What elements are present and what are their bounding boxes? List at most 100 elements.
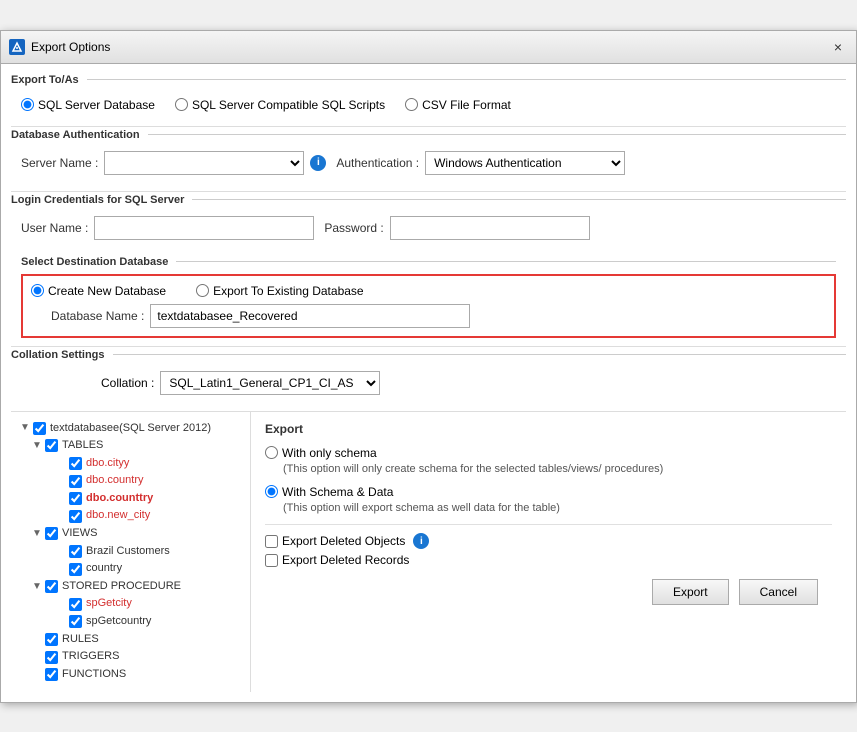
tree-item-new-city[interactable]: dbo.new_city: [55, 507, 242, 525]
close-button[interactable]: ×: [828, 37, 848, 57]
rules-checkbox[interactable]: [45, 633, 58, 646]
username-input[interactable]: [94, 216, 314, 240]
triggers-group: TRIGGERS: [19, 648, 242, 666]
export-deleted-objects-label-group[interactable]: Export Deleted Objects: [265, 534, 405, 548]
create-new-option[interactable]: Create New Database: [31, 284, 166, 298]
triggers-label: TRIGGERS: [62, 648, 119, 666]
sql-server-db-label: SQL Server Database: [38, 98, 155, 112]
new-city-checkbox[interactable]: [69, 510, 82, 523]
spgetcountry-expand: [55, 614, 67, 630]
triggers-checkbox[interactable]: [45, 651, 58, 664]
schema-data-radio-group[interactable]: With Schema & Data: [265, 485, 832, 499]
schema-only-radio[interactable]: [265, 446, 278, 459]
tree-item-spgetcountry[interactable]: spGetcountry: [55, 613, 242, 631]
country-view-checkbox[interactable]: [69, 563, 82, 576]
window-title: Export Options: [31, 40, 110, 54]
server-info-icon[interactable]: i: [310, 155, 326, 171]
separator-1: [11, 126, 846, 127]
schema-data-desc: (This option will export schema as well …: [283, 501, 832, 516]
tables-group: ▼ TABLES dbo.cityy dbo.c: [19, 437, 242, 525]
export-to-section: Export To/As SQL Server Database SQL Ser…: [11, 74, 846, 118]
sql-compatible-radio[interactable]: [175, 98, 188, 111]
password-input[interactable]: [390, 216, 590, 240]
functions-checkbox[interactable]: [45, 668, 58, 681]
tree-item-country-view[interactable]: country: [55, 560, 242, 578]
cancel-button[interactable]: Cancel: [739, 579, 818, 605]
server-name-select[interactable]: [104, 151, 304, 175]
db-auth-header: Database Authentication: [11, 129, 846, 141]
country-checkbox[interactable]: [69, 475, 82, 488]
views-item[interactable]: ▼ VIEWS: [31, 525, 242, 543]
create-new-radio[interactable]: [31, 284, 44, 297]
stored-proc-expand-icon[interactable]: ▼: [31, 579, 43, 595]
tree-item-brazil[interactable]: Brazil Customers: [55, 543, 242, 561]
brazil-checkbox[interactable]: [69, 545, 82, 558]
export-to-row: SQL Server Database SQL Server Compatibl…: [11, 92, 846, 118]
collation-select[interactable]: SQL_Latin1_General_CP1_CI_AS Latin1_Gene…: [160, 371, 380, 395]
functions-item[interactable]: FUNCTIONS: [31, 666, 242, 684]
export-deleted-records-checkbox[interactable]: [265, 554, 278, 567]
tree-panel: ▼ textdatabasee(SQL Server 2012) ▼ TABLE…: [11, 412, 251, 692]
create-new-label: Create New Database: [48, 284, 166, 298]
functions-label: FUNCTIONS: [62, 666, 126, 684]
export-deleted-records-label-group[interactable]: Export Deleted Records: [265, 553, 409, 567]
authentication-select[interactable]: Windows Authentication SQL Server Authen…: [425, 151, 625, 175]
tables-checkbox[interactable]: [45, 439, 58, 452]
schema-only-radio-group[interactable]: With only schema: [265, 446, 832, 460]
export-deleted-objects-option: Export Deleted Objects i: [265, 533, 832, 549]
db-name-input[interactable]: [150, 304, 470, 328]
window-content: Export To/As SQL Server Database SQL Ser…: [1, 64, 856, 702]
tree-item-counttry[interactable]: dbo.counttry: [55, 490, 242, 508]
counttry-checkbox[interactable]: [69, 492, 82, 505]
export-deleted-objects-checkbox[interactable]: [265, 535, 278, 548]
tree-item-spgetcity[interactable]: spGetcity: [55, 595, 242, 613]
spgetcity-checkbox[interactable]: [69, 598, 82, 611]
brazil-label: Brazil Customers: [86, 543, 170, 561]
stored-proc-group: ▼ STORED PROCEDURE spGetcity: [19, 578, 242, 631]
views-expand-icon[interactable]: ▼: [31, 526, 43, 542]
export-deleted-objects-label: Export Deleted Objects: [282, 534, 405, 548]
export-deleted-records-option: Export Deleted Records: [265, 553, 832, 567]
tables-expand-icon[interactable]: ▼: [31, 438, 43, 454]
sql-compatible-option[interactable]: SQL Server Compatible SQL Scripts: [175, 98, 385, 112]
cityy-checkbox[interactable]: [69, 457, 82, 470]
csv-format-radio[interactable]: [405, 98, 418, 111]
deleted-objects-info-icon[interactable]: i: [413, 533, 429, 549]
stored-proc-children: spGetcity spGetcountry: [31, 595, 242, 630]
views-group: ▼ VIEWS Brazil Customers: [19, 525, 242, 578]
views-checkbox[interactable]: [45, 527, 58, 540]
export-existing-radio[interactable]: [196, 284, 209, 297]
sql-server-db-option[interactable]: SQL Server Database: [21, 98, 155, 112]
tree-item-cityy[interactable]: dbo.cityy: [55, 455, 242, 473]
spgetcountry-checkbox[interactable]: [69, 615, 82, 628]
tree-item-country[interactable]: dbo.country: [55, 472, 242, 490]
schema-only-option: With only schema (This option will only …: [265, 446, 832, 477]
rules-item[interactable]: RULES: [31, 631, 242, 649]
db-auth-section: Database Authentication Server Name : i …: [11, 129, 846, 183]
csv-format-label: CSV File Format: [422, 98, 511, 112]
username-label: User Name :: [21, 221, 88, 235]
export-panel: Export With only schema (This option wil…: [251, 412, 846, 692]
country-view-label: country: [86, 560, 122, 578]
stored-proc-item[interactable]: ▼ STORED PROCEDURE: [31, 578, 242, 596]
export-button[interactable]: Export: [652, 579, 729, 605]
export-existing-option[interactable]: Export To Existing Database: [196, 284, 364, 298]
counttry-expand: [55, 491, 67, 507]
sql-server-db-radio[interactable]: [21, 98, 34, 111]
triggers-item[interactable]: TRIGGERS: [31, 648, 242, 666]
new-city-label: dbo.new_city: [86, 507, 150, 525]
db-name-label: Database Name :: [51, 309, 144, 323]
root-checkbox[interactable]: [33, 422, 46, 435]
destination-section: Select Destination Database Create New D…: [11, 256, 846, 338]
root-expand-icon[interactable]: ▼: [19, 420, 31, 436]
schema-data-radio[interactable]: [265, 485, 278, 498]
title-bar: Export Options ×: [1, 31, 856, 64]
tables-item[interactable]: ▼ TABLES: [31, 437, 242, 455]
csv-format-option[interactable]: CSV File Format: [405, 98, 511, 112]
tree-root[interactable]: ▼ textdatabasee(SQL Server 2012): [19, 420, 242, 438]
stored-proc-checkbox[interactable]: [45, 580, 58, 593]
login-header: Login Credentials for SQL Server: [11, 194, 846, 206]
spgetcity-label: spGetcity: [86, 595, 132, 613]
rules-expand-icon: [31, 631, 43, 647]
new-city-expand: [55, 508, 67, 524]
